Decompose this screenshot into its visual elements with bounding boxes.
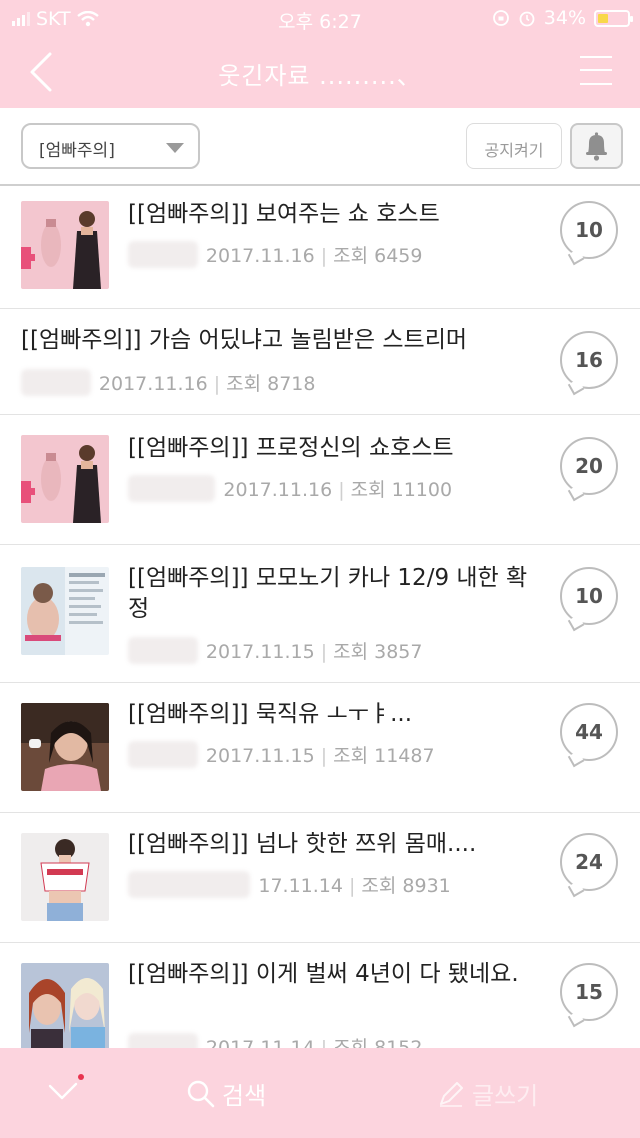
notification-dot [78,1074,84,1080]
post-title: [[엄빠주의]] 넘나 핫한 쯔위 몸매.... [128,831,477,857]
nav-bar: 웃긴자료 .........、 [0,36,640,108]
comment-count-badge: 24 [560,833,618,891]
post-thumbnail [21,703,109,791]
post-views: 조회 8718 [226,373,316,395]
post-thumbnail [21,201,109,289]
post-meta: 작성자명작성자17.11.14|조회 8931 [128,871,451,898]
post-thumbnail [21,435,109,523]
post-title: [[엄빠주의]] 묵직유 ㅗㅜㅑ... [128,701,413,727]
page-title: 웃긴자료 .........、 [218,62,422,90]
list-item[interactable]: [[엄빠주의]] 가슴 어딨냐고 놀림받은 스트리머 작성자명2017.11.1… [0,309,640,415]
list-item[interactable]: [[엄빠주의]] 모모노기 카나 12/9 내한 확정 작성자명2017.11.… [0,545,640,683]
battery-percent: 34% [543,7,586,29]
list-item[interactable]: [[엄빠주의]] 묵직유 ㅗㅜㅑ... 작성자명2017.11.15|조회 11… [0,683,640,813]
alarm-icon [519,11,535,27]
post-meta: 작성자명2017.11.16|조회 6459 [128,241,422,268]
tab-search[interactable]: 검색 [186,1076,266,1111]
battery-icon [594,9,633,27]
post-title: [[엄빠주의]] 모모노기 카나 12/9 내한 확정 [128,565,528,622]
post-views: 조회 6459 [333,245,423,267]
post-meta: 작성자명자2017.11.16|조회 11100 [128,475,452,502]
orientation-lock-icon [492,10,509,26]
bottom-tab-bar: 검색 글쓰기 [0,1048,640,1138]
post-date: 2017.11.16 [98,373,208,395]
post-thumbnail [21,833,109,921]
post-thumbnail [21,567,109,655]
post-views: 조회 11100 [350,479,453,501]
post-date: 2017.11.15 [205,745,315,767]
comment-count-badge: 20 [560,437,618,495]
category-select[interactable]: [엄빠주의] [21,123,200,169]
post-meta: 작성자명2017.11.15|조회 11487 [128,741,435,768]
tab-write[interactable]: 글쓰기 [436,1076,538,1111]
dropdown-triangle-icon [166,143,184,153]
comment-count-badge: 44 [560,703,618,761]
post-title: [[엄빠주의]] 이게 벌써 4년이 다 됐네요. [128,961,519,987]
list-item[interactable]: [[엄빠주의]] 넘나 핫한 쯔위 몸매.... 작성자명작성자17.11.14… [0,813,640,943]
comment-count-badge: 10 [560,567,618,625]
comment-count-badge: 15 [560,963,618,1021]
pencil-icon [440,1081,463,1107]
notice-toggle-button[interactable]: 공지켜기 [466,123,562,169]
post-date: 2017.11.15 [205,641,315,663]
status-right: 34% [492,7,633,29]
post-date: 2017.11.16 [223,479,333,501]
tab-write-label: 글쓰기 [472,1082,539,1110]
post-meta: 작성자명2017.11.15|조회 3857 [128,637,422,664]
list-item[interactable]: [[엄빠주의]] 프로정신의 쇼호스트 작성자명자2017.11.16|조회 1… [0,415,640,545]
post-views: 조회 3857 [333,641,423,663]
notification-bell-button[interactable] [570,123,623,169]
search-icon [187,1080,215,1107]
tab-check[interactable] [46,1072,86,1112]
filter-bar: [엄빠주의] 공지켜기 [0,108,640,186]
menu-button[interactable] [580,54,612,86]
post-date: 2017.11.16 [205,245,315,267]
comment-count-badge: 16 [560,331,618,389]
post-views: 조회 8931 [361,875,451,897]
post-thumbnail [21,963,109,1051]
post-date: 17.11.14 [258,875,343,897]
comment-count-badge: 10 [560,201,618,259]
bell-icon [586,132,607,161]
list-item[interactable]: [[엄빠주의]] 보여주는 쇼 호스트 작성자명2017.11.16|조회 64… [0,187,640,309]
tab-search-label: 검색 [222,1082,267,1110]
status-bar: SKT 오후 6:27 34% [0,0,640,36]
post-title: [[엄빠주의]] 보여주는 쇼 호스트 [128,201,440,227]
category-select-value: [엄빠주의] [39,141,115,161]
post-views: 조회 11487 [333,745,435,767]
post-title: [[엄빠주의]] 가슴 어딨냐고 놀림받은 스트리머 [21,327,468,353]
post-title: [[엄빠주의]] 프로정신의 쇼호스트 [128,435,454,461]
post-meta: 작성자명2017.11.16|조회 8718 [21,369,315,396]
